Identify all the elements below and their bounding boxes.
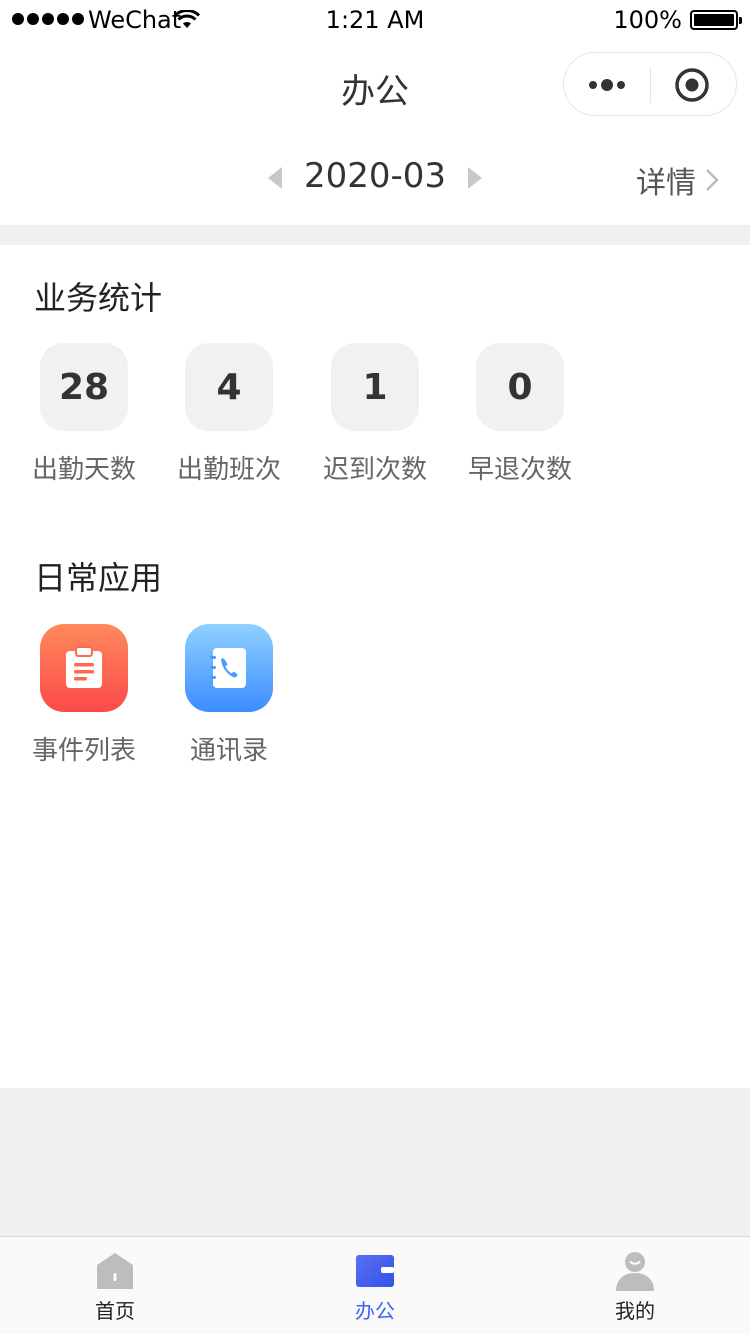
address-book-icon bbox=[210, 648, 246, 688]
capsule-divider bbox=[650, 67, 651, 103]
tab-label: 首页 bbox=[95, 1299, 135, 1323]
stat-value: 28 bbox=[40, 343, 128, 431]
stat-item-early-leave-count: 0 早退次数 bbox=[450, 343, 590, 486]
app-screen: WeChat 1:21 AM 100% 办公 2020-03 详情 业务统计 2… bbox=[0, 0, 750, 1334]
chevron-right-icon bbox=[706, 169, 719, 191]
battery-percentage: 100% bbox=[613, 6, 682, 34]
stat-item-attendance-shifts: 4 出勤班次 bbox=[159, 343, 299, 486]
stat-label: 出勤班次 bbox=[176, 455, 281, 485]
stat-label: 早退次数 bbox=[467, 455, 572, 485]
tab-home[interactable]: 首页 bbox=[0, 1237, 240, 1334]
mini-program-capsule bbox=[563, 52, 737, 116]
stat-label: 迟到次数 bbox=[322, 455, 427, 485]
briefcase-icon bbox=[356, 1255, 394, 1287]
section-divider bbox=[0, 225, 750, 245]
home-icon bbox=[97, 1253, 133, 1289]
app-icon-contacts[interactable] bbox=[185, 624, 273, 712]
tab-label: 办公 bbox=[355, 1299, 395, 1323]
tab-office[interactable]: 办公 bbox=[250, 1237, 500, 1334]
battery-icon bbox=[690, 10, 742, 30]
app-label: 通讯录 bbox=[189, 736, 268, 766]
tab-bar: 首页 办公 我的 bbox=[0, 1236, 750, 1334]
next-month-icon[interactable] bbox=[468, 167, 482, 189]
stat-item-late-count: 1 迟到次数 bbox=[305, 343, 445, 486]
clipboard-icon bbox=[66, 646, 102, 688]
apps-section-title: 日常应用 bbox=[34, 559, 163, 597]
stat-item-attendance-days: 28 出勤天数 bbox=[14, 343, 154, 486]
tab-profile[interactable]: 我的 bbox=[510, 1237, 750, 1334]
page-footer-background bbox=[0, 1088, 750, 1236]
user-icon bbox=[616, 1252, 654, 1291]
previous-month-icon[interactable] bbox=[268, 167, 282, 189]
app-contacts[interactable]: 通讯录 bbox=[159, 624, 299, 767]
month-selector: 2020-03 详情 bbox=[0, 140, 750, 225]
details-label: 详情 bbox=[636, 166, 696, 201]
status-bar: WeChat 1:21 AM 100% bbox=[0, 0, 750, 40]
month-value: 2020-03 bbox=[303, 156, 447, 196]
stat-label: 出勤天数 bbox=[31, 455, 136, 485]
stat-value: 1 bbox=[331, 343, 419, 431]
more-icon[interactable] bbox=[588, 77, 628, 93]
app-label: 事件列表 bbox=[31, 736, 136, 766]
stats-section-title: 业务统计 bbox=[34, 279, 163, 317]
stat-value: 0 bbox=[476, 343, 564, 431]
details-link[interactable]: 详情 bbox=[636, 158, 720, 202]
close-icon[interactable] bbox=[674, 67, 710, 103]
tab-label: 我的 bbox=[615, 1299, 655, 1323]
app-event-list[interactable]: 事件列表 bbox=[14, 624, 154, 767]
app-icon-event-list[interactable] bbox=[40, 624, 128, 712]
stat-value: 4 bbox=[185, 343, 273, 431]
